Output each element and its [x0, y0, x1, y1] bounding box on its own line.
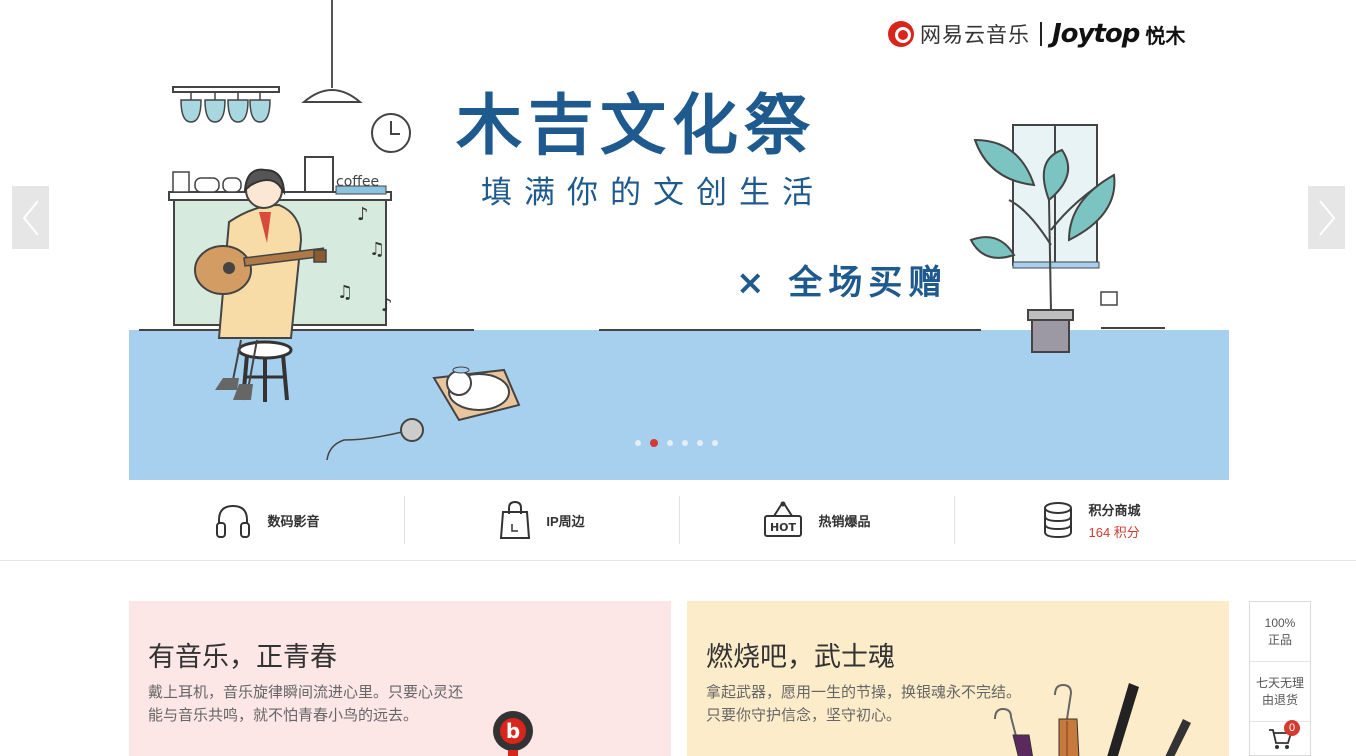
category-digital-audio[interactable]: 数码影音: [129, 480, 404, 560]
hero-banner[interactable]: coffee ♪ ♫ ♫ ♪ 木吉文化祭 填满你的文创生活 × 全场买赠: [129, 0, 1229, 480]
database-icon: [1044, 502, 1073, 539]
carousel-prev-button[interactable]: [12, 186, 49, 249]
banner-headline: 木吉文化祭: [456, 87, 816, 164]
category-hot-sellers[interactable]: HOT 热销爆品: [679, 480, 954, 560]
category-label: IP周边: [546, 513, 585, 529]
hot-tag-text: HOT: [770, 521, 797, 534]
umbrella-products-image: [994, 683, 1191, 756]
guarantee-line-2: 正品: [1267, 632, 1292, 647]
hot-tag-icon: HOT: [764, 501, 803, 537]
wall-socket: [1100, 291, 1118, 306]
category-points-mall[interactable]: 积分商城 164 积分: [954, 480, 1229, 560]
coffee-sign: coffee: [336, 174, 379, 190]
section-divider: [0, 560, 1356, 561]
carousel-dot-3[interactable]: [667, 440, 673, 446]
carousel-next-button[interactable]: [1308, 186, 1345, 249]
category-label: 积分商城: [1088, 502, 1141, 518]
feature-card-samurai[interactable]: 燃烧吧，武士魂 拿起武器，愿用一生的节操，换银魂永不完结。只要你守护信念，坚守初…: [687, 601, 1229, 756]
card-description: 拿起武器，愿用一生的节操，换银魂永不完结。只要你守护信念，坚守初心。: [706, 684, 1022, 724]
carousel-dot-5[interactable]: [697, 440, 703, 446]
points-balance: 164 积分: [1088, 524, 1140, 540]
carousel-dot-1[interactable]: [635, 440, 641, 446]
shopping-cart-button[interactable]: 0: [1250, 720, 1310, 756]
yarn-ball: [400, 418, 424, 442]
service-sidebar: 100% 正品 七天无理 由退货 0: [1249, 601, 1311, 756]
svg-text:♪: ♪: [357, 204, 369, 225]
returns-line-2: 由退货: [1261, 692, 1298, 707]
hanging-glasses: [180, 99, 271, 123]
category-ip-merch[interactable]: IP周边: [404, 480, 679, 560]
banner-subhead: 填满你的文创生活: [481, 175, 825, 211]
svg-text:b: b: [506, 719, 520, 743]
hanging-lamp: [301, 89, 363, 103]
chevron-left-icon: [22, 199, 39, 236]
card-title: 燃烧吧，武士魂: [706, 642, 895, 672]
chevron-right-icon: [1318, 199, 1335, 236]
category-label: 数码影音: [267, 513, 320, 529]
headphones-icon: [216, 504, 251, 538]
svg-text:♫: ♫: [337, 282, 353, 303]
carousel-dot-4[interactable]: [682, 440, 688, 446]
returns-line-1: 七天无理: [1255, 675, 1304, 690]
card-title: 有音乐，正青春: [148, 642, 337, 672]
guarantee-line-1: 100%: [1264, 615, 1296, 630]
beats-headphone-image: b: [493, 711, 533, 756]
authentic-guarantee[interactable]: 100% 正品: [1250, 602, 1310, 662]
banner-illustration: coffee ♪♫♫♪ 木吉文化祭 填满你的文创生活 × 全场买赠: [129, 0, 1229, 480]
cart-count-badge: 0: [1284, 720, 1300, 736]
carousel-dot-6[interactable]: [712, 440, 718, 446]
svg-text:♫: ♫: [369, 239, 385, 260]
shopping-bag-icon: [500, 500, 531, 539]
carousel-indicators: [635, 439, 718, 447]
carousel-dot-2[interactable]: [650, 439, 658, 447]
svg-text:♪: ♪: [381, 295, 393, 316]
feature-card-music[interactable]: 有音乐，正青春 戴上耳机，音乐旋律瞬间流进心里。只要心灵还能与音乐共鸣，就不怕青…: [129, 601, 671, 756]
card-description: 戴上耳机，音乐旋律瞬间流进心里。只要心灵还能与音乐共鸣，就不怕青春小鸟的远去。: [148, 684, 464, 724]
category-label: 热销爆品: [818, 513, 871, 529]
seven-day-returns[interactable]: 七天无理 由退货: [1250, 662, 1310, 722]
banner-promo: × 全场买赠: [736, 263, 948, 303]
category-nav: 数码影音 IP周边 HOT 热销爆品 积分商城 164 积分: [129, 480, 1229, 560]
